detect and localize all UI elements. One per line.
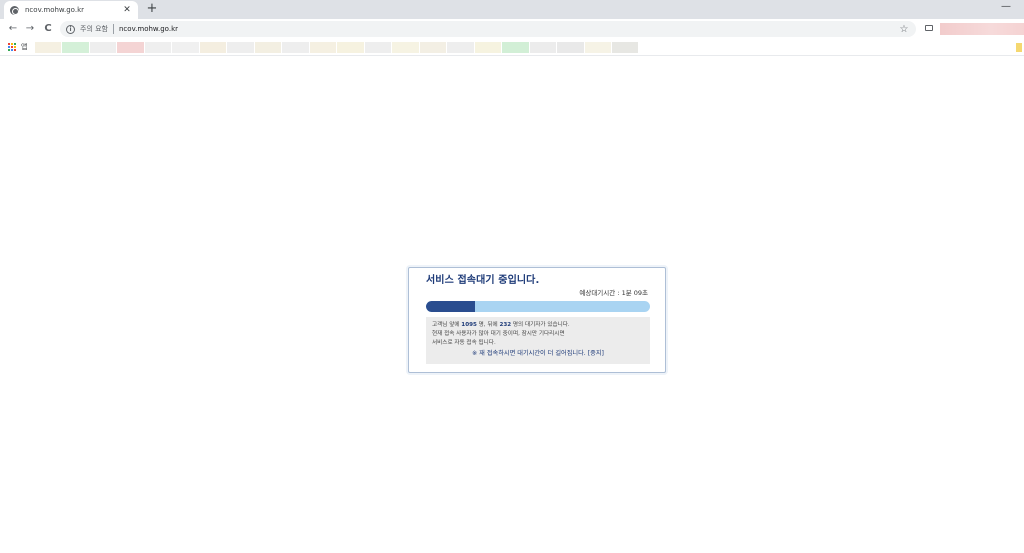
bookmark-item[interactable] [227,42,254,53]
eta-value: 1분 09초 [621,289,648,297]
forward-button[interactable]: → [23,22,37,36]
globe-icon [10,5,19,15]
queue-title: 서비스 접속대기 중입니다. [426,275,540,286]
queue-message-line: 현재 접속 사용자가 많아 대기 중이며, 잠시만 기다리시면 [432,331,565,337]
stop-button[interactable]: [중지] [588,350,604,357]
bookmark-item[interactable] [585,42,611,53]
queue-auto-connect-line: 서비스로 자동 접속 됩니다. [432,340,496,346]
security-label[interactable]: 주의 요함 [80,24,108,34]
bookmark-item[interactable] [310,42,336,53]
tab-title: ncov.mohw.go.kr [25,6,84,14]
queue-count-line: 고객님 앞에 1095 명, 뒤에 232 명의 대기자가 있습니다. [432,321,644,330]
bookmark-item[interactable] [365,42,391,53]
info-icon[interactable]: i [66,24,75,34]
url-separator [113,24,114,34]
bookmark-folder-icon[interactable] [1016,43,1022,52]
browser-toolbar: ← → C i 주의 요함 ncov.mohw.go.kr ☆ [0,19,1024,39]
progress-fill [426,301,476,312]
bookmark-item[interactable] [475,42,501,53]
apps-grid-icon[interactable] [8,43,17,52]
bookmarks-bar: 앱 [0,39,1024,56]
tab-close-icon[interactable]: ✕ [122,5,132,15]
bookmark-item[interactable] [337,42,364,53]
bookmark-item[interactable] [420,42,446,53]
bookmark-item[interactable] [502,42,529,53]
queue-info-panel: 고객님 앞에 1095 명, 뒤에 232 명의 대기자가 있습니다. 현재 접… [426,317,650,364]
bookmark-star-icon[interactable]: ☆ [898,24,910,35]
bookmark-item[interactable] [172,42,199,53]
browser-tab[interactable]: ncov.mohw.go.kr ✕ [4,1,138,19]
bookmark-item[interactable] [392,42,419,53]
bookmark-item[interactable] [255,42,281,53]
count-suffix: 명의 대기자가 있습니다. [511,322,570,328]
apps-label[interactable]: 앱 [21,42,27,52]
estimated-wait: 예상대기시간 : 1분 09초 [426,288,648,299]
progress-bar [426,301,650,312]
new-tab-button[interactable]: + [145,2,159,16]
bookmark-item[interactable] [282,42,309,53]
url-text[interactable]: ncov.mohw.go.kr [119,25,898,33]
bookmark-item[interactable] [612,42,638,53]
bookmark-item[interactable] [117,42,144,53]
eta-label: 예상대기시간 : [579,289,622,297]
count-mid: 명, 뒤에 [476,322,500,328]
reconnect-warning: ※ 재 접속하시면 대기시간이 더 길어집니다. [중지] [432,349,644,359]
warning-text: ※ 재 접속하시면 대기시간이 더 길어집니다. [472,350,586,357]
bookmark-item[interactable] [447,42,474,53]
bookmark-item[interactable] [557,42,584,53]
reload-button[interactable]: C [41,22,55,36]
ahead-count: 1095 [461,322,477,328]
window-minimize-button[interactable]: — [1000,1,1012,13]
bookmark-item[interactable] [35,42,61,53]
extensions-area[interactable] [940,23,1024,35]
behind-count: 232 [499,322,512,328]
bookmark-item[interactable] [200,42,226,53]
bookmark-item[interactable] [530,42,556,53]
queue-dialog: 서비스 접속대기 중입니다. 예상대기시간 : 1분 09초 고객님 앞에 10… [408,267,666,373]
bookmark-item[interactable] [90,42,116,53]
bookmark-item[interactable] [62,42,89,53]
tab-strip: ncov.mohw.go.kr ✕ + — [0,0,1024,19]
back-button[interactable]: ← [6,22,20,36]
bookmark-item[interactable] [145,42,171,53]
cast-icon[interactable] [925,25,933,31]
address-bar[interactable]: i 주의 요함 ncov.mohw.go.kr ☆ [60,21,916,37]
count-prefix: 고객님 앞에 [432,322,462,328]
